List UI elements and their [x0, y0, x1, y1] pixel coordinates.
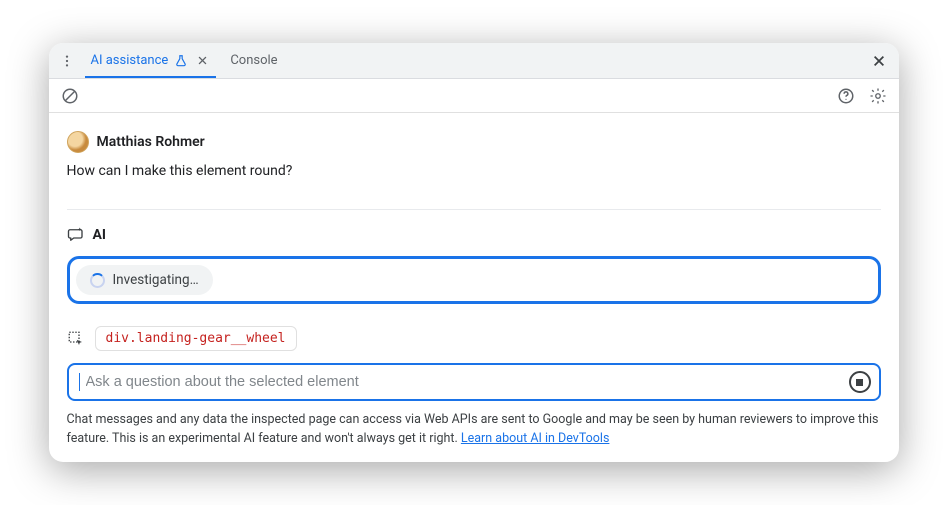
stop-button[interactable]: [849, 371, 871, 393]
selected-element-chip[interactable]: div.landing-gear__wheel: [95, 326, 297, 351]
footer-disclaimer: Chat messages and any data the inspected…: [49, 411, 899, 461]
gear-icon[interactable]: [865, 83, 891, 109]
tab-bar: AI assistance Console: [49, 43, 899, 79]
tabs: AI assistance Console: [81, 43, 288, 78]
status-chip: Investigating…: [76, 265, 213, 295]
tab-console[interactable]: Console: [220, 43, 287, 78]
flask-icon: [174, 54, 188, 68]
ai-label: AI: [93, 227, 107, 243]
help-icon[interactable]: [833, 83, 859, 109]
separator: [67, 209, 881, 210]
devtools-panel: AI assistance Console: [49, 43, 899, 461]
tab-label: AI assistance: [91, 53, 169, 68]
status-text: Investigating…: [113, 272, 199, 288]
author-row: Matthias Rohmer: [67, 131, 881, 153]
chat-content: Matthias Rohmer How can I make this elem…: [49, 113, 899, 411]
prompt-input[interactable]: [86, 374, 841, 390]
footer-link[interactable]: Learn about AI in DevTools: [461, 431, 610, 446]
prompt-input-wrap[interactable]: [67, 363, 881, 401]
close-icon[interactable]: [194, 53, 210, 69]
status-highlight: Investigating…: [67, 256, 881, 304]
spinner-icon: [90, 273, 105, 288]
cancel-icon[interactable]: [57, 83, 83, 109]
ai-header: AI: [67, 226, 881, 244]
panel-close-icon[interactable]: [865, 47, 893, 75]
select-element-icon[interactable]: [67, 330, 85, 348]
kebab-menu-icon[interactable]: [55, 49, 79, 73]
tab-ai-assistance[interactable]: AI assistance: [81, 43, 221, 78]
toolbar: [49, 79, 899, 113]
tab-label: Console: [230, 53, 277, 68]
avatar: [67, 131, 89, 153]
sparkle-chat-icon: [67, 226, 85, 244]
user-message-text: How can I make this element round?: [67, 163, 881, 179]
author-name: Matthias Rohmer: [97, 134, 205, 150]
element-row: div.landing-gear__wheel: [67, 326, 881, 351]
text-caret: [79, 373, 80, 391]
user-message: Matthias Rohmer How can I make this elem…: [67, 131, 881, 179]
